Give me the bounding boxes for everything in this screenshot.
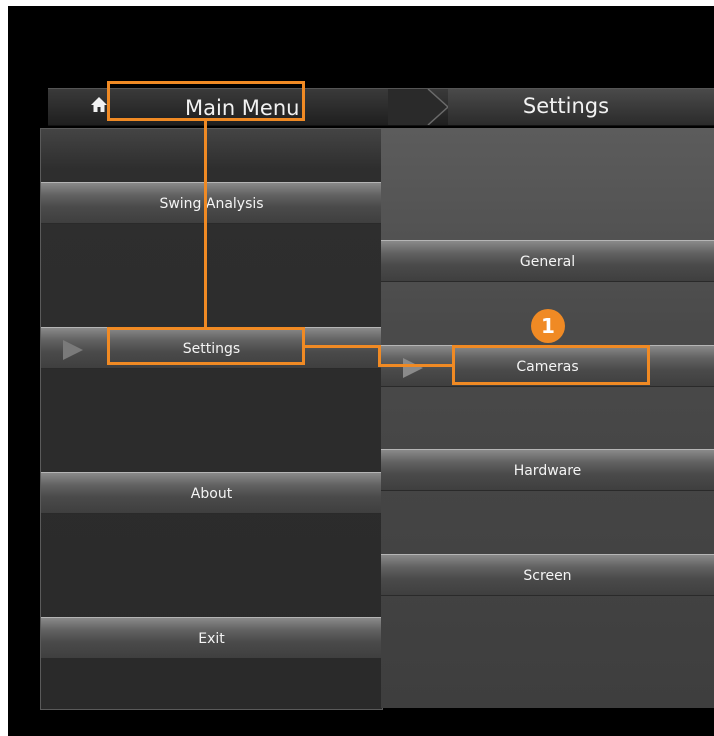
menu-item-label: Screen [523, 568, 572, 584]
main-menu-panel: Swing Analysis Settings About Exit [40, 128, 383, 710]
connector-line [305, 345, 381, 348]
menu-item-label: About [190, 486, 233, 502]
settings-item-hardware[interactable]: Hardware [381, 449, 714, 491]
menu-item-about[interactable]: About [41, 472, 382, 514]
menu-item-swing-analysis[interactable]: Swing Analysis [41, 182, 382, 224]
selected-arrow-icon [61, 337, 85, 379]
selected-arrow-icon [401, 355, 425, 397]
menu-item-label: General [519, 254, 576, 270]
step-badge: 1 [531, 309, 565, 343]
settings-menu-panel: General Cameras Hardware Screen [381, 128, 714, 708]
breadcrumb-current-page: Settings [448, 89, 714, 125]
highlight-settings [107, 327, 305, 365]
connector-line [378, 364, 452, 367]
home-icon[interactable] [90, 96, 108, 118]
highlight-cameras [452, 345, 650, 385]
menu-item-label: Exit [198, 631, 225, 647]
menu-item-exit[interactable]: Exit [41, 617, 382, 659]
menu-item-label: Swing Analysis [159, 196, 264, 212]
settings-item-general[interactable]: General [381, 240, 714, 282]
settings-item-screen[interactable]: Screen [381, 554, 714, 596]
menu-item-label: Hardware [513, 463, 582, 479]
highlight-main-menu [107, 81, 305, 121]
connector-line [204, 121, 207, 329]
breadcrumb-chevron-icon [388, 88, 450, 129]
